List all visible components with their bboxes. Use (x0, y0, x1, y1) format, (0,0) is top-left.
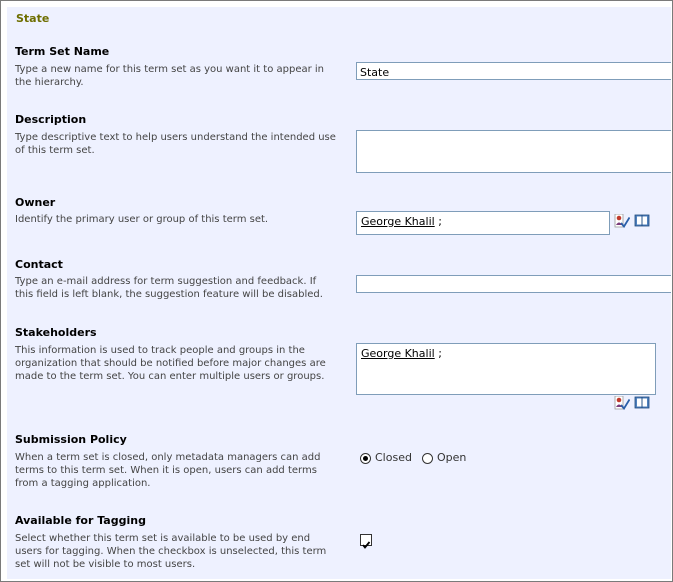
stakeholders-description: This information is used to track people… (15, 345, 326, 382)
open-radio[interactable] (422, 453, 433, 464)
radio-selected-dot (363, 456, 368, 461)
description-textarea[interactable] (356, 130, 671, 173)
submission-policy-description: When a term set is closed, only metadata… (15, 452, 321, 489)
owner-description: Identify the primary user or group of th… (15, 214, 269, 225)
page-title: State (16, 12, 50, 25)
stakeholder-separator: ; (438, 347, 442, 360)
available-for-tagging-description: Select whether this term set is availabl… (15, 533, 327, 570)
available-for-tagging-checkbox[interactable] (360, 534, 372, 549)
address-book-icon[interactable] (634, 214, 650, 228)
term-set-name-value: State (360, 66, 390, 79)
contact-description: Type an e-mail address for term suggesti… (15, 276, 323, 300)
description-help-text: Type descriptive text to help users unde… (15, 132, 336, 156)
owner-people-picker[interactable]: George Khalil ; (356, 211, 610, 235)
closed-radio[interactable] (360, 453, 371, 464)
contact-heading: Contact (15, 258, 63, 271)
owner-separator: ; (438, 215, 442, 228)
closed-radio-label[interactable]: Closed (375, 451, 412, 464)
owner-entity: George Khalil ; (361, 215, 442, 228)
stakeholder-entity: George Khalil ; (361, 347, 442, 360)
address-book-icon[interactable] (634, 396, 650, 410)
stakeholders-heading: Stakeholders (15, 326, 97, 339)
owner-user-link[interactable]: George Khalil (361, 215, 435, 228)
available-for-tagging-heading: Available for Tagging (15, 514, 146, 527)
owner-heading: Owner (15, 196, 56, 209)
checkmark-icon (362, 541, 371, 549)
term-set-name-description: Type a new name for this term set as you… (15, 64, 325, 88)
stakeholder-user-link[interactable]: George Khalil (361, 347, 435, 360)
stakeholders-people-picker[interactable]: George Khalil ; (356, 343, 656, 395)
submission-policy-heading: Submission Policy (15, 433, 127, 446)
description-heading: Description (15, 113, 87, 126)
check-names-icon[interactable] (614, 214, 630, 228)
term-set-properties-window: State Term Set Name Type a new name for … (0, 0, 673, 582)
term-set-name-heading: Term Set Name (15, 45, 110, 58)
check-names-icon[interactable] (614, 396, 630, 410)
open-radio-label[interactable]: Open (437, 451, 466, 464)
term-set-name-input[interactable]: State (356, 62, 671, 80)
contact-input[interactable] (356, 275, 671, 293)
properties-panel: State Term Set Name Type a new name for … (7, 7, 671, 579)
